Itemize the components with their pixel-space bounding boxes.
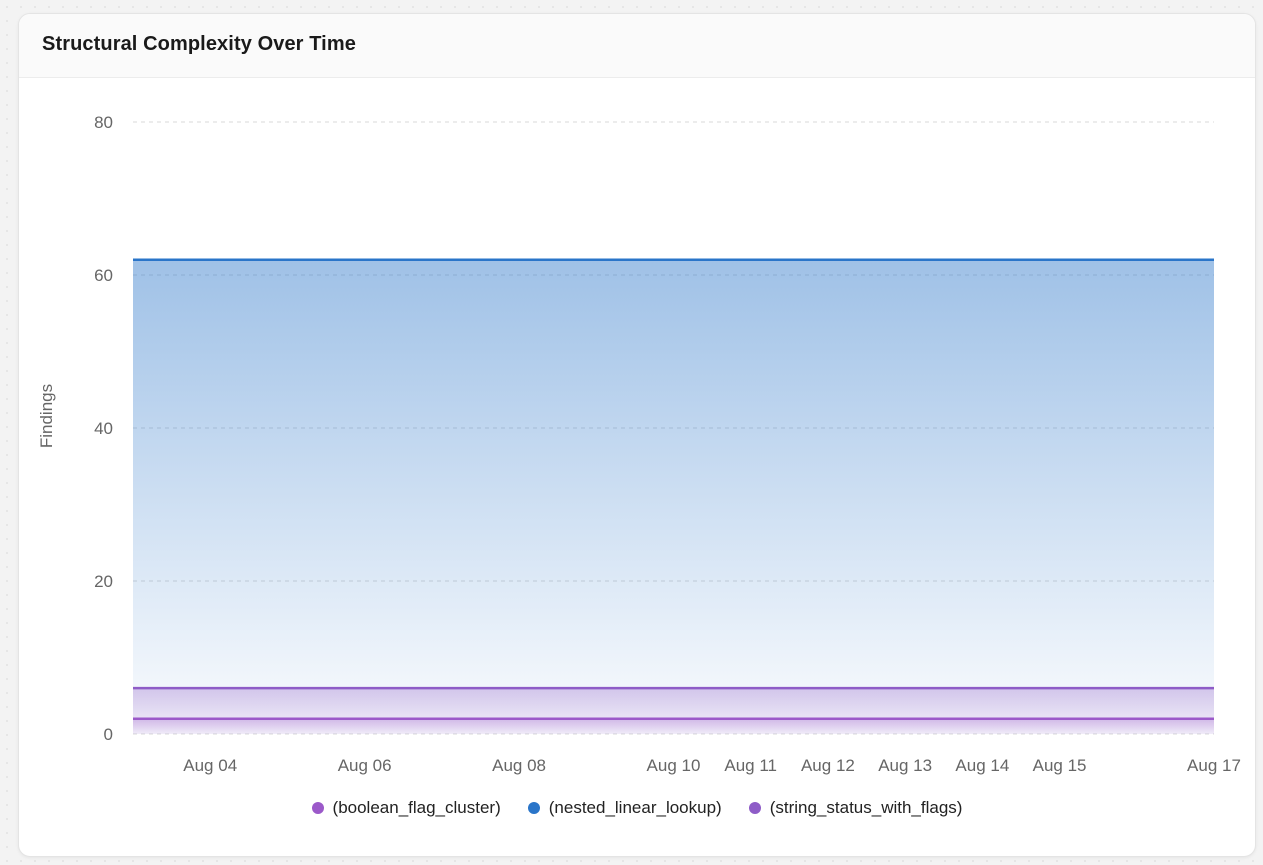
legend-label: (string_status_with_flags) xyxy=(769,798,963,817)
y-axis-title: Findings xyxy=(37,384,56,448)
legend-item-0[interactable]: (boolean_flag_cluster) xyxy=(311,798,501,818)
x-axis-ticks: Aug 04 Aug 06 Aug 08 Aug 10 Aug 11 Aug 12 Aug … xyxy=(183,756,1241,775)
x-tick-label-2: Aug 08 xyxy=(492,756,546,775)
x-tick-label-8: Aug 15 xyxy=(1033,756,1087,775)
area-chart: 0 20 40 60 80 Aug 04 Aug 06 Aug 08 Aug 10 Aug 11… xyxy=(37,113,1241,775)
x-tick-label-6: Aug 13 xyxy=(878,756,932,775)
series-area-1 xyxy=(133,259,1214,734)
x-tick-label-0: Aug 04 xyxy=(183,756,237,775)
legend-swatch-icon xyxy=(311,802,324,814)
x-tick-label-5: Aug 12 xyxy=(801,756,855,775)
legend-item-2[interactable]: (string_status_with_flags) xyxy=(748,798,963,818)
legend-item-1[interactable]: (nested_linear_lookup) xyxy=(527,798,722,818)
x-tick-label-9: Aug 17 xyxy=(1187,756,1241,775)
chart-card: Structural Complexity Over Time 0 20 40 60 8… xyxy=(18,13,1256,857)
y-tick-label-20: 20 xyxy=(94,572,113,591)
y-tick-label-60: 60 xyxy=(94,266,113,285)
legend-swatch-icon xyxy=(748,802,761,814)
legend-swatch-icon xyxy=(527,802,540,814)
y-tick-label-0: 0 xyxy=(104,725,113,744)
y-axis-ticks: 0 20 40 60 80 xyxy=(94,113,113,744)
x-tick-label-4: Aug 11 xyxy=(724,756,777,775)
legend-label: (nested_linear_lookup) xyxy=(548,798,722,817)
y-tick-label-40: 40 xyxy=(94,419,113,438)
series-areas xyxy=(133,259,1214,734)
y-tick-label-80: 80 xyxy=(94,113,113,132)
x-tick-label-7: Aug 14 xyxy=(955,756,1009,775)
chart-legend: (boolean_flag_cluster) (nested_linear_loo… xyxy=(19,798,1255,818)
x-tick-label-1: Aug 06 xyxy=(338,756,392,775)
series-area-0 xyxy=(133,718,1214,734)
legend-label: (boolean_flag_cluster) xyxy=(332,798,501,817)
x-tick-label-3: Aug 10 xyxy=(647,756,701,775)
